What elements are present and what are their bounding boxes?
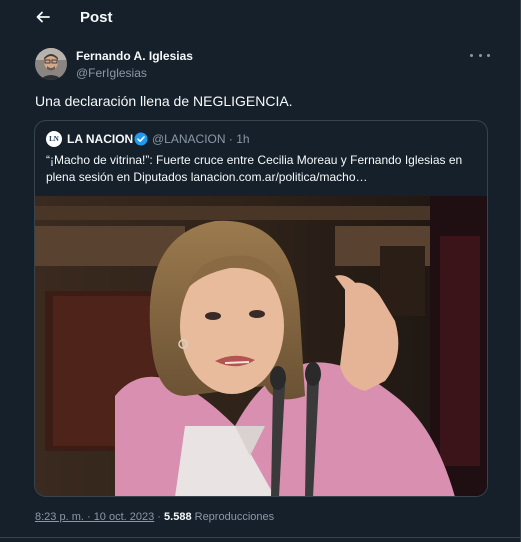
divider — [0, 537, 520, 538]
author-handle[interactable]: @FerIglesias — [76, 66, 147, 80]
views-label: Reproducciones — [194, 511, 275, 523]
arrow-left-icon — [36, 11, 50, 23]
more-dot-icon — [487, 53, 490, 57]
avatar[interactable] — [35, 48, 67, 80]
author-name[interactable]: Fernando A. Iglesias — [76, 49, 193, 63]
more-dot-icon — [478, 53, 482, 57]
logo-text: LN — [49, 135, 59, 143]
more-options-button[interactable] — [470, 48, 490, 62]
quoted-photo[interactable] — [35, 196, 487, 496]
tweet-text: Una declaración llena de NEGLIGENCIA. — [35, 93, 293, 109]
quoted-text: “¡Macho de vitrina!”: Fuerte cruce entre… — [46, 153, 463, 184]
meta-separator: · — [154, 511, 165, 523]
views-count: 5.588 — [164, 511, 192, 523]
header: Post — [0, 0, 520, 36]
la-nacion-logo: LN — [46, 131, 62, 147]
page-title: Post — [80, 9, 113, 26]
verified-badge-icon — [134, 132, 148, 146]
quoted-post[interactable]: LN LA NACION @LANACION · 1h “¡Macho de v… — [34, 120, 488, 497]
photo-image — [35, 196, 487, 496]
post-page: Post Fernando A. Iglesias @FerIglesias U… — [0, 0, 521, 542]
post-timestamp[interactable]: 8:23 p. m. · 10 oct. 2023 — [35, 511, 154, 523]
post-metadata: 8:23 p. m. · 10 oct. 2023 · 5.588 Reprod… — [35, 511, 274, 523]
more-dot-icon — [470, 53, 473, 57]
back-button[interactable] — [30, 4, 56, 30]
quoted-author-name: LA NACION — [67, 132, 134, 146]
quoted-handle-time: @LANACION · 1h — [152, 132, 250, 146]
